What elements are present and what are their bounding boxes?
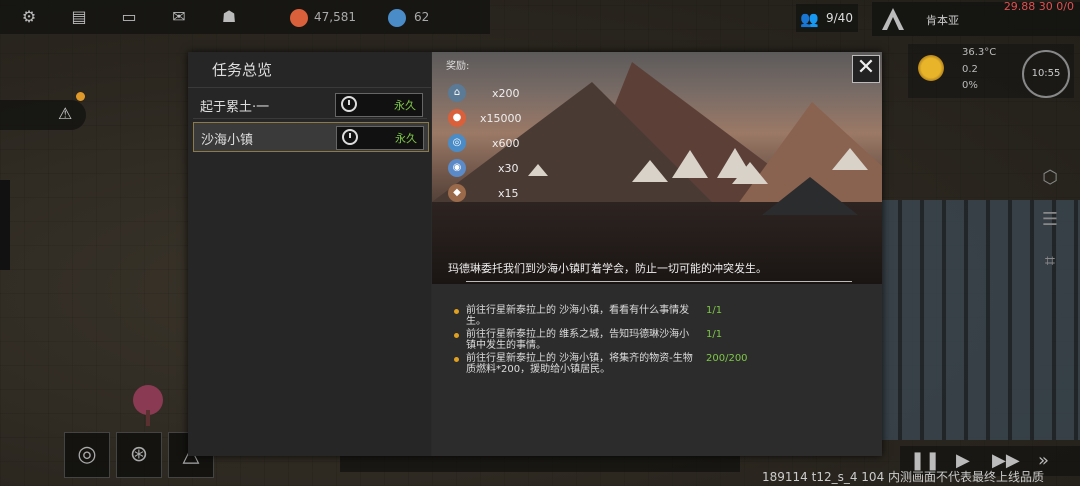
bullet-icon <box>454 309 459 314</box>
quest-duration: 永久 <box>395 132 417 145</box>
resource2-value: 62 <box>414 10 430 24</box>
divider <box>188 87 431 88</box>
clock-icon <box>341 96 357 112</box>
bullet-icon <box>454 357 459 362</box>
warning-icon: ⚠ <box>58 104 73 123</box>
faction-logo-icon <box>882 8 904 30</box>
objective-text: 前往行星新泰拉上的 维系之城，告知玛德琳沙海小镇中发生的事情。 <box>466 329 690 351</box>
resource1-value: 47,581 <box>314 10 356 24</box>
blue-crystal-icon: ◎ <box>448 134 466 152</box>
objective-progress: 1/1 <box>706 305 723 316</box>
quest-name: 起于累土·一 <box>200 100 270 115</box>
fps-readout: 29.88 30 0/0 <box>1003 0 1074 13</box>
build-watermark: 189114 t12_s_4 104 内测画面不代表最终上线品质 <box>762 470 1045 484</box>
profile-icon[interactable]: ☗ <box>220 8 238 26</box>
temperature-value: 36.3°C <box>962 47 997 58</box>
ore-icon: ◆ <box>448 184 466 202</box>
panel-title: 任务总览 <box>212 61 273 79</box>
sun-icon <box>916 53 946 83</box>
objective-progress: 1/1 <box>706 329 723 340</box>
reward-qty: x15000 <box>480 112 522 125</box>
rewards-label: 奖励: <box>446 61 470 72</box>
wind-value: 0.2 <box>962 64 978 75</box>
quest-duration-tag: 永久 <box>335 93 423 117</box>
galaxy-button[interactable]: ◎ <box>64 432 110 478</box>
quest-duration: 永久 <box>394 99 416 112</box>
planet-button[interactable]: ⊛ <box>116 432 162 478</box>
cube-icon[interactable]: ⬡ <box>1036 164 1064 192</box>
quest-row-selected[interactable]: 沙海小镇 永久 <box>193 122 429 152</box>
orange-coin-icon: ● <box>448 109 466 127</box>
focus-frame-icon[interactable]: ⌗ <box>1036 248 1064 276</box>
clock-icon <box>342 129 358 145</box>
blue-crystal-icon <box>388 9 406 27</box>
quest-duration-tag: 永久 <box>336 126 424 150</box>
alien-tree-trunk <box>146 410 150 426</box>
orange-coin-icon <box>290 9 308 27</box>
population-icon: 👥 <box>800 10 819 28</box>
player-name: 肯本亚 <box>926 14 959 27</box>
building-token-icon: ⌂ <box>448 84 466 102</box>
mail-icon[interactable]: ✉ <box>170 8 188 26</box>
base-structure <box>880 200 1080 440</box>
reward-qty: x30 <box>498 162 519 175</box>
objective-text: 前往行星新泰拉上的 沙海小镇，将集齐的物资-生物质燃料*200，援助给小镇居民。 <box>466 353 693 375</box>
divider <box>466 281 852 282</box>
objective-text: 前往行星新泰拉上的 沙海小镇，看看有什么事情发生。 <box>466 305 690 327</box>
settings-gear-icon[interactable]: ⚙ <box>20 8 38 26</box>
reward-qty: x200 <box>492 87 520 100</box>
blue-gem-icon: ◉ <box>448 159 466 177</box>
message-icon[interactable]: ▤ <box>70 8 88 26</box>
reward-qty: x600 <box>492 137 520 150</box>
bullet-icon <box>454 333 459 338</box>
reward-qty: x15 <box>498 187 519 200</box>
population-value: 9/40 <box>826 11 853 25</box>
alert-tab[interactable] <box>0 100 86 130</box>
humidity-value: 0% <box>962 80 978 91</box>
notification-dot <box>76 92 85 101</box>
clipboard-icon[interactable]: ☰ <box>1036 206 1064 234</box>
close-button[interactable]: ✕ <box>852 55 880 83</box>
quest-row[interactable]: 起于累土·一 永久 <box>193 90 427 119</box>
objective-progress: 200/200 <box>706 353 748 364</box>
world-wall <box>0 180 10 270</box>
quest-name: 沙海小镇 <box>201 133 254 148</box>
chat-icon[interactable]: ▭ <box>120 8 138 26</box>
quest-description: 玛德琳委托我们到沙海小镇盯着学会，防止一切可能的冲突发生。 <box>448 262 767 275</box>
game-clock[interactable]: 10:55 <box>1022 50 1070 98</box>
